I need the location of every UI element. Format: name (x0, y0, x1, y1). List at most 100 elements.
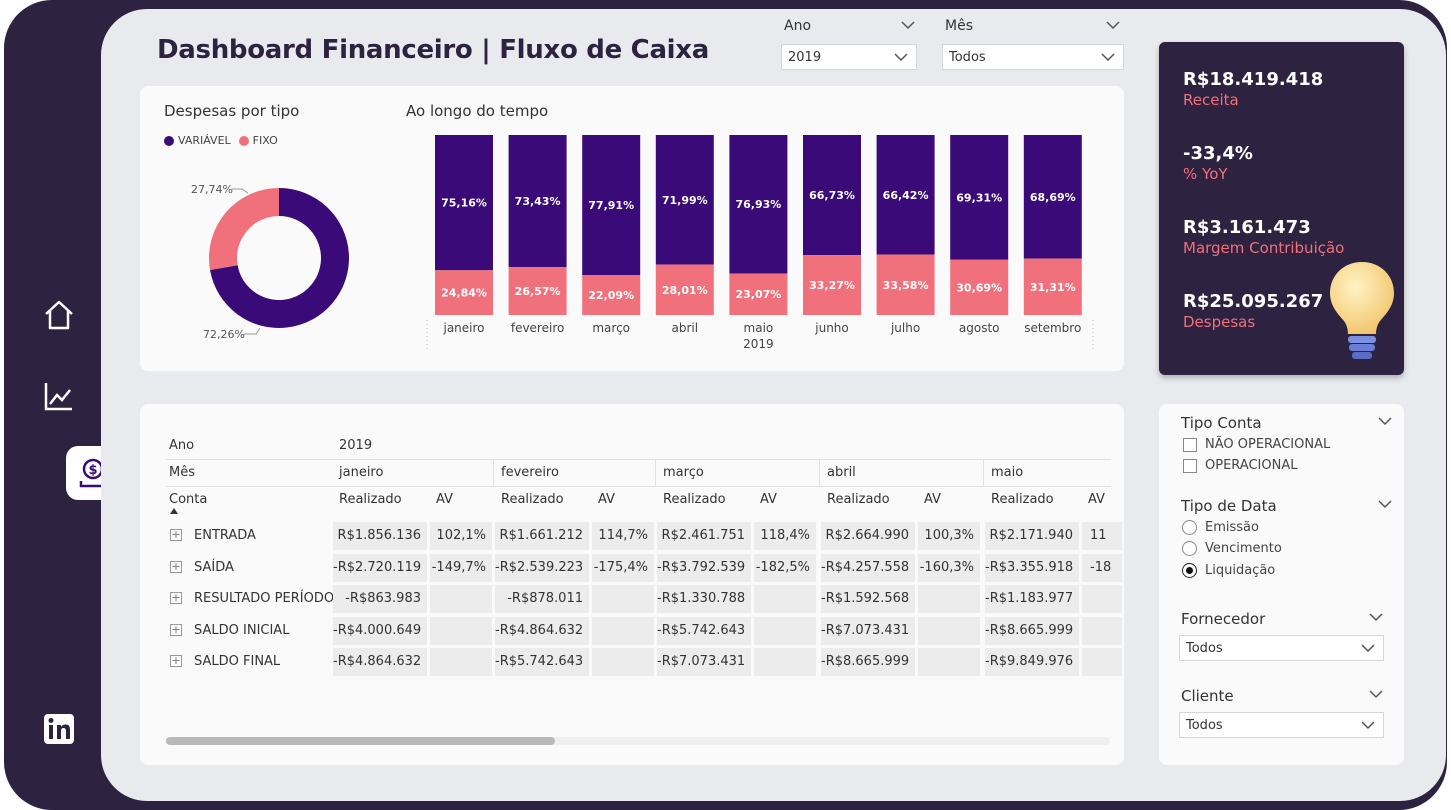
table-cell: -R$3.792.539 (657, 553, 751, 582)
subheader-av: AV (924, 492, 941, 507)
x-tick-label: julho (890, 321, 920, 335)
table-cell: -R$1.592.568 (821, 585, 915, 613)
slicer-ano-dropdown[interactable]: 2019 (781, 44, 917, 70)
expand-icon[interactable]: + (170, 560, 182, 573)
table-cell (592, 648, 654, 676)
table-cell (1082, 585, 1122, 613)
chevron-down-icon[interactable] (1106, 20, 1120, 30)
subheader-av: AV (598, 492, 615, 507)
timeline-title: Ao longo do tempo (406, 102, 549, 120)
month-header-abril: abril (827, 465, 856, 480)
data-label-fixo: 28,01% (662, 284, 708, 297)
table-cell: R$2.461.751 (657, 522, 751, 550)
table-cell: -R$3.355.918 (985, 553, 1079, 582)
legend-fixo-marker (238, 135, 249, 146)
table-cell: -R$1.183.977 (985, 585, 1079, 613)
slicer-ano-value: 2019 (788, 50, 822, 65)
data-label-fixo: 33,27% (809, 279, 855, 292)
linkedin-icon[interactable] (40, 710, 78, 748)
expand-icon[interactable]: + (170, 655, 182, 667)
donut-slice-fixo[interactable] (209, 188, 279, 270)
x-tick-label: fevereiro (511, 321, 565, 335)
table-cell: -R$4.864.632 (495, 616, 589, 645)
chevron-down-icon (894, 53, 908, 62)
chevron-down-icon[interactable] (1378, 499, 1392, 509)
legend-variavel-marker (164, 135, 174, 146)
table-cell: -R$8.665.999 (821, 648, 915, 676)
filter-cliente-title: Cliente (1181, 687, 1234, 705)
sort-ascending-icon[interactable] (170, 508, 178, 514)
checkbox-operacional[interactable] (1183, 459, 1197, 473)
leader-line (244, 327, 261, 335)
table-cell: -R$9.849.976 (985, 648, 1079, 676)
subheader-realizado: Realizado (827, 492, 890, 507)
filter-tipo-data-title: Tipo de Data (1181, 497, 1277, 515)
table-cell: -R$4.257.558 (821, 553, 915, 582)
scrollbar-thumb[interactable] (166, 737, 555, 745)
expand-icon[interactable]: + (170, 529, 182, 541)
chevron-down-icon[interactable] (1369, 689, 1383, 699)
chart-line-icon[interactable] (40, 377, 78, 415)
table-cell (1082, 616, 1122, 645)
chevron-down-icon[interactable] (1378, 416, 1392, 426)
table-cell: R$1.856.136 (333, 522, 427, 550)
table-cell: 118,4% (754, 522, 816, 550)
radio-vencimento[interactable] (1182, 541, 1197, 556)
table-cell: R$2.171.940 (985, 522, 1079, 550)
stacked-bar-chart[interactable]: 75,16% 24,84% janeiro 73,43% 26,57% fevereiro… (420, 130, 1100, 360)
table-cell: -R$4.864.632 (333, 648, 427, 676)
table-cell: -149,7% (430, 553, 492, 582)
x-tick-label: agosto (959, 321, 1000, 335)
table-cell (918, 585, 980, 613)
expand-icon[interactable]: + (170, 623, 182, 636)
table-cell: R$2.664.990 (821, 522, 915, 550)
month-header-fevereiro: fevereiro (501, 465, 559, 480)
checkbox-nao-operacional[interactable] (1183, 438, 1197, 452)
option-operacional[interactable]: OPERACIONAL (1205, 458, 1297, 473)
table-cell: -182,5% (754, 553, 816, 582)
subheader-realizado: Realizado (991, 492, 1054, 507)
table-cell: R$1.661.212 (495, 522, 589, 550)
slicer-mes-value: Todos (949, 50, 986, 65)
expand-icon[interactable]: + (170, 592, 182, 604)
option-nao-operacional[interactable]: NÃO OPERACIONAL (1205, 437, 1330, 452)
divider (166, 459, 1111, 460)
filters-panel: Tipo Conta NÃO OPERACIONAL OPERACIONAL T… (1159, 404, 1404, 765)
data-label-variavel: 76,93% (735, 198, 781, 211)
x-tick-label: junho (814, 321, 849, 335)
home-icon[interactable] (40, 296, 78, 334)
chevron-down-icon[interactable] (1369, 612, 1383, 622)
legend-variavel-label: VARIÁVEL (178, 134, 231, 147)
option-liquidacao[interactable]: Liquidação (1205, 563, 1275, 578)
fornecedor-dropdown[interactable]: Todos (1179, 635, 1384, 661)
table-cell: -175,4% (592, 553, 654, 582)
month-header-março: março (663, 465, 704, 480)
x-tick-label: setembro (1024, 321, 1081, 335)
chevron-down-icon[interactable] (901, 20, 915, 30)
table-cell: -160,3% (918, 553, 980, 582)
kpi-margem-label: Margem Contribuição (1183, 239, 1345, 257)
table-cell: -R$7.073.431 (821, 616, 915, 645)
charts-panel: Despesas por tipo VARIÁVEL FIXO 27,74% 72… (140, 86, 1124, 371)
option-vencimento[interactable]: Vencimento (1205, 541, 1282, 556)
filter-tipo-conta-title: Tipo Conta (1181, 414, 1262, 432)
kpi-yoy-value: -33,4% (1183, 143, 1253, 164)
column-divider (655, 459, 656, 486)
kpi-receita-label: Receita (1183, 91, 1239, 109)
subheader-realizado: Realizado (501, 492, 564, 507)
table-cell (918, 616, 980, 645)
x-tick-label: março (592, 321, 630, 335)
donut-legend: VARIÁVEL FIXO (164, 134, 278, 147)
table-cell: -R$863.983 (333, 585, 427, 613)
donut-chart[interactable]: 27,74% 72,26% (180, 176, 380, 346)
table-cell: -R$5.742.643 (657, 616, 751, 645)
radio-liquidacao-selected[interactable] (1182, 563, 1197, 578)
horizontal-scrollbar[interactable] (166, 737, 1110, 745)
lightbulb-icon (1330, 262, 1394, 359)
radio-emissao[interactable] (1182, 520, 1197, 535)
row-label: SALDO INICIAL (194, 622, 290, 638)
option-emissao[interactable]: Emissão (1205, 520, 1259, 535)
cliente-dropdown[interactable]: Todos (1179, 712, 1384, 738)
slicer-mes-dropdown[interactable]: Todos (942, 44, 1124, 70)
header-year[interactable]: 2019 (339, 432, 372, 460)
